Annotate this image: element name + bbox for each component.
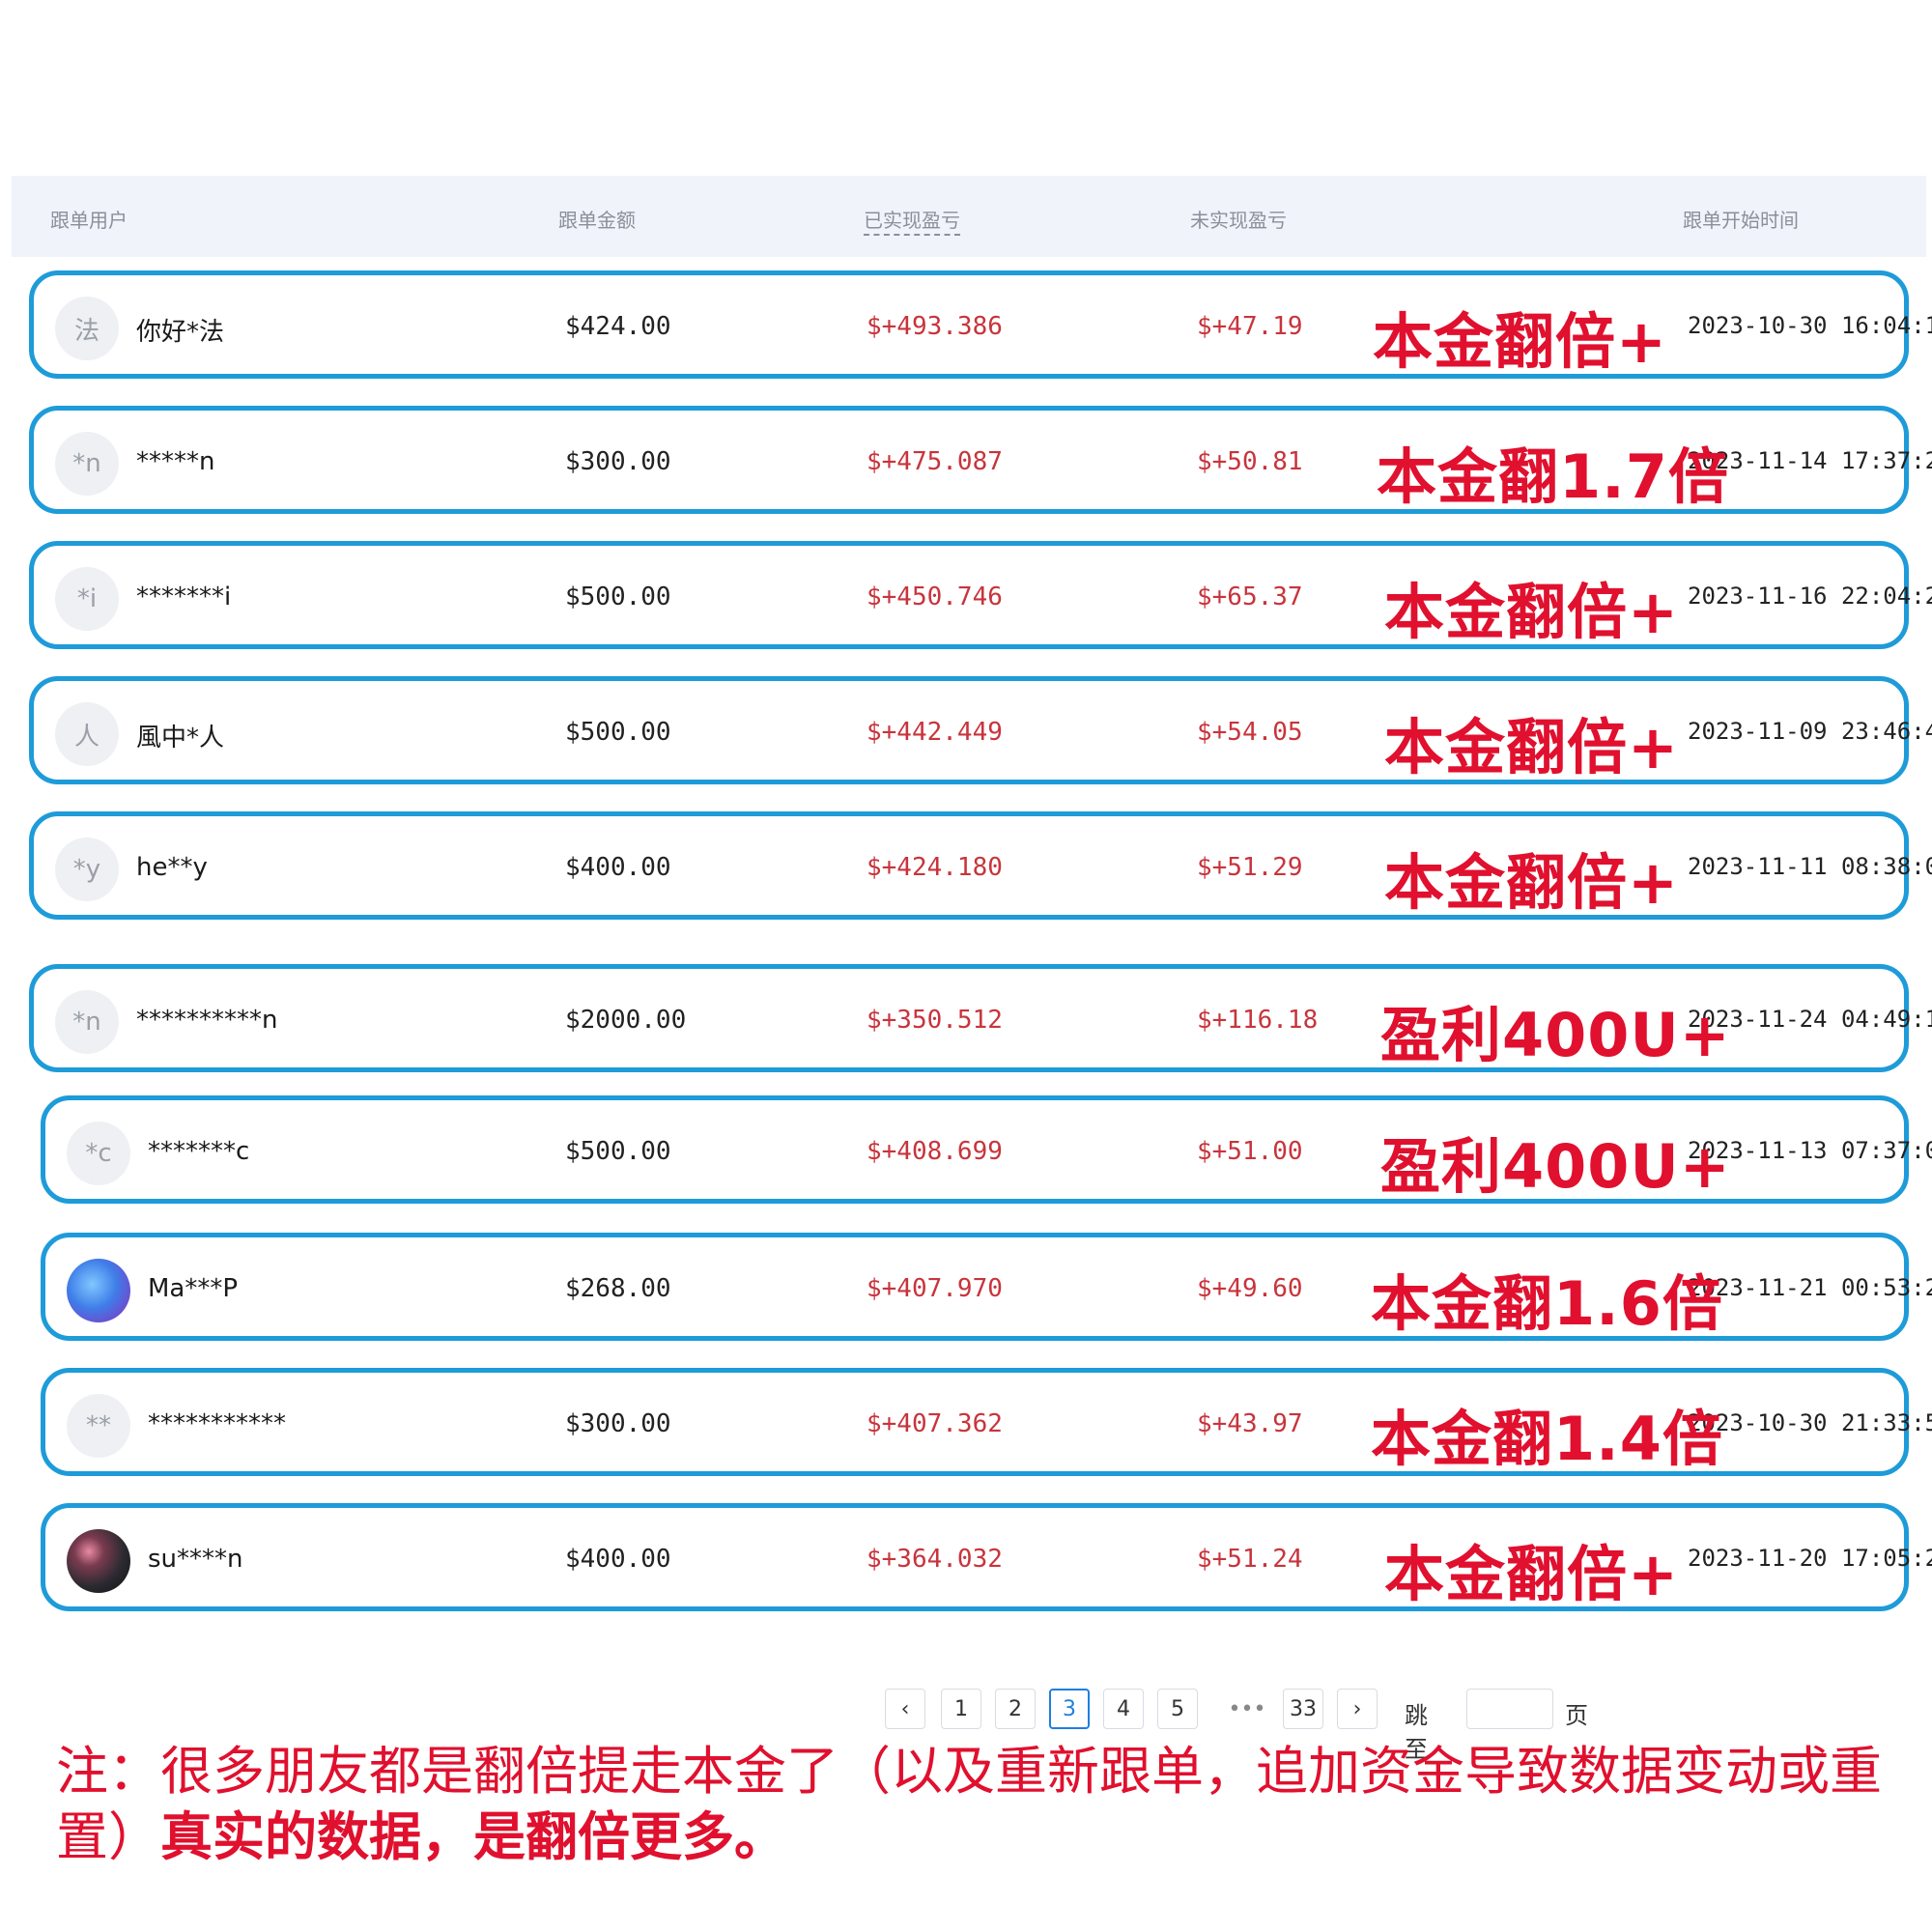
column-header-amount: 跟单金额 (558, 209, 636, 232)
follow-amount: $300.00 (565, 447, 671, 476)
realized-pnl: $+450.746 (867, 582, 1003, 611)
pagination-ellipsis[interactable]: ••• (1223, 1689, 1271, 1729)
column-header-start-time: 跟单开始时间 (1683, 209, 1799, 232)
avatar (67, 1529, 130, 1593)
start-time: 2023-11-16 22:04:29 (1688, 582, 1932, 610)
prev-page-button[interactable]: ‹ (885, 1689, 925, 1729)
start-time: 2023-11-11 08:38:09 (1688, 853, 1932, 880)
user-name: he**y (136, 853, 208, 882)
profit-annotation: 本金翻倍+ (1384, 1539, 1679, 1609)
table-row[interactable]: 法 你好*法 $424.00 $+493.386 $+47.19 2023-10… (29, 270, 1932, 379)
follow-amount: $500.00 (565, 582, 671, 611)
realized-pnl: $+408.699 (867, 1137, 1003, 1166)
unrealized-pnl: $+51.24 (1197, 1545, 1303, 1574)
disclaimer-note: 注：很多朋友都是翻倍提走本金了（以及重新跟单，追加资金导致数据变动或重置）真实的… (56, 1739, 1920, 1870)
table-row[interactable]: *n *****n $300.00 $+475.087 $+50.81 2023… (29, 406, 1932, 514)
unrealized-pnl: $+49.60 (1197, 1274, 1303, 1303)
page-button-4[interactable]: 4 (1103, 1689, 1144, 1729)
start-time: 2023-10-30 16:04:18 (1688, 312, 1932, 339)
follow-amount: $400.00 (565, 853, 671, 882)
realized-pnl: $+407.970 (867, 1274, 1003, 1303)
avatar (67, 1259, 130, 1322)
avatar: 人 (55, 702, 119, 766)
realized-pnl: $+442.449 (867, 718, 1003, 747)
realized-pnl: $+475.087 (867, 447, 1003, 476)
follow-amount: $2000.00 (565, 1006, 687, 1035)
profit-annotation: 本金翻倍+ (1384, 577, 1679, 647)
table-row[interactable]: *n **********n $2000.00 $+350.512 $+116.… (29, 964, 1932, 1072)
profit-annotation: 本金翻倍+ (1384, 847, 1679, 918)
start-time: 2023-11-09 23:46:43 (1688, 718, 1932, 745)
page-button-2[interactable]: 2 (995, 1689, 1036, 1729)
follow-amount: $268.00 (565, 1274, 671, 1303)
realized-pnl: $+350.512 (867, 1006, 1003, 1035)
unrealized-pnl: $+50.81 (1197, 447, 1303, 476)
jump-page-input[interactable] (1466, 1689, 1553, 1729)
profit-annotation: 本金翻倍+ (1373, 306, 1667, 377)
table-row[interactable]: 人 風中*人 $500.00 $+442.449 $+54.05 2023-11… (29, 676, 1932, 784)
user-name: *********** (148, 1409, 286, 1438)
follow-amount: $400.00 (565, 1545, 671, 1574)
avatar: *n (55, 990, 119, 1054)
unrealized-pnl: $+43.97 (1197, 1409, 1303, 1438)
realized-pnl: $+364.032 (867, 1545, 1003, 1574)
page-button-3[interactable]: 3 (1049, 1689, 1090, 1729)
user-name: su****n (148, 1545, 243, 1574)
start-time: 2023-11-20 17:05:21 (1688, 1545, 1932, 1572)
table-row[interactable]: *i *******i $500.00 $+450.746 $+65.37 20… (29, 541, 1932, 649)
table-row[interactable]: Ma***P $268.00 $+407.970 $+49.60 2023-11… (41, 1233, 1932, 1341)
user-name: *******i (136, 582, 232, 611)
column-header-unrealized-pnl: 未实现盈亏 (1190, 209, 1287, 232)
note-emphasis: 真实的数据，是翻倍更多。 (160, 1806, 786, 1867)
realized-pnl: $+493.386 (867, 312, 1003, 341)
realized-pnl: $+424.180 (867, 853, 1003, 882)
page-button-1[interactable]: 1 (941, 1689, 981, 1729)
page-button-5[interactable]: 5 (1157, 1689, 1198, 1729)
table-row[interactable]: ** *********** $300.00 $+407.362 $+43.97… (41, 1368, 1932, 1476)
profit-annotation: 本金翻1.4倍 (1371, 1404, 1723, 1474)
column-header-user: 跟单用户 (50, 209, 128, 232)
follow-amount: $500.00 (565, 1137, 671, 1166)
follow-amount: $300.00 (565, 1409, 671, 1438)
unrealized-pnl: $+116.18 (1197, 1006, 1319, 1035)
unrealized-pnl: $+54.05 (1197, 718, 1303, 747)
profit-annotation: 盈利400U+ (1380, 1000, 1731, 1070)
start-time: 2023-11-21 00:53:22 (1688, 1274, 1932, 1301)
avatar: *i (55, 567, 119, 631)
realized-pnl: $+407.362 (867, 1409, 1003, 1438)
user-name: Ma***P (148, 1274, 239, 1303)
table-header: 跟单用户 跟单金额 已实现盈亏 未实现盈亏 跟单开始时间 (12, 176, 1926, 257)
unrealized-pnl: $+47.19 (1197, 312, 1303, 341)
avatar: *y (55, 838, 119, 901)
avatar: *n (55, 432, 119, 496)
next-page-button[interactable]: › (1337, 1689, 1378, 1729)
user-name: 你好*法 (136, 318, 225, 347)
column-header-realized-pnl[interactable]: 已实现盈亏 (864, 205, 960, 236)
avatar: *c (67, 1122, 130, 1185)
table-row[interactable]: su****n $400.00 $+364.032 $+51.24 2023-1… (41, 1503, 1932, 1611)
user-name: 風中*人 (136, 724, 225, 753)
unrealized-pnl: $+51.00 (1197, 1137, 1303, 1166)
unrealized-pnl: $+65.37 (1197, 582, 1303, 611)
page-unit-label: 页 (1565, 1702, 1588, 1729)
unrealized-pnl: $+51.29 (1197, 853, 1303, 882)
page-button-last[interactable]: 33 (1283, 1689, 1323, 1729)
user-name: *****n (136, 447, 215, 476)
start-time: 2023-10-30 21:33:53 (1688, 1409, 1932, 1436)
table-row[interactable]: *c *******c $500.00 $+408.699 $+51.00 20… (41, 1095, 1932, 1204)
avatar: 法 (55, 297, 119, 360)
user-name: **********n (136, 1006, 278, 1035)
profit-annotation: 本金翻1.6倍 (1371, 1268, 1723, 1339)
user-name: *******c (148, 1137, 250, 1166)
avatar: ** (67, 1394, 130, 1458)
profit-annotation: 本金翻1.7倍 (1377, 441, 1729, 512)
profit-annotation: 盈利400U+ (1380, 1131, 1731, 1202)
follow-amount: $500.00 (565, 718, 671, 747)
follow-amount: $424.00 (565, 312, 671, 341)
table-row[interactable]: *y he**y $400.00 $+424.180 $+51.29 2023-… (29, 811, 1932, 920)
profit-annotation: 本金翻倍+ (1384, 712, 1679, 782)
